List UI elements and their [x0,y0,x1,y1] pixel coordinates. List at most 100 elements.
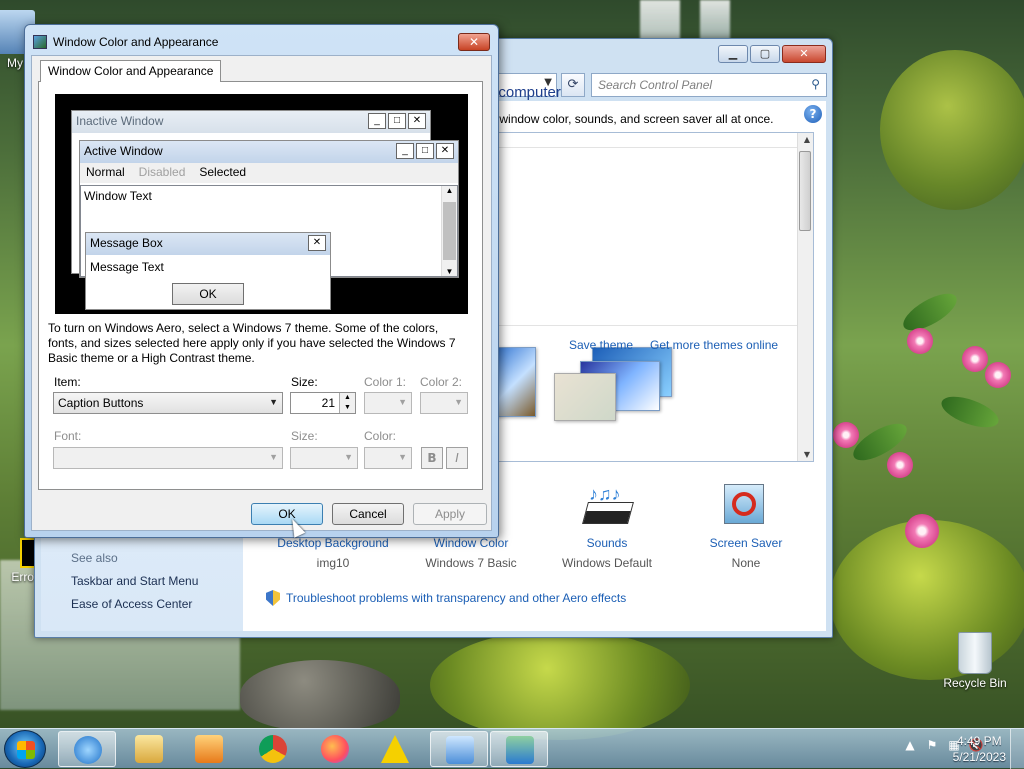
apply-button[interactable]: Apply [413,503,487,525]
theme-list[interactable]: ▲ ▼ [455,132,814,462]
start-button[interactable] [4,730,46,768]
msgbox-titlebar[interactable]: Message Box ✕ [86,233,330,255]
menu-normal[interactable]: Normal [86,165,125,181]
font-select[interactable]: ▼ [53,447,283,469]
taskbar-media-player[interactable] [180,731,238,767]
chevron-down-icon[interactable]: ▼ [398,452,407,462]
action-center-icon[interactable]: ⚑ [924,737,940,753]
maximize-icon[interactable]: □ [388,113,406,129]
close-button[interactable]: ✕ [458,33,490,51]
taskbar-display[interactable] [490,731,548,767]
menu-disabled[interactable]: Disabled [139,165,186,181]
appearance-preview[interactable]: Inactive Window _ □ ✕ Active Window _ □ ✕ No… [55,94,468,314]
clock[interactable]: 4:49 PM 5/21/2023 [953,733,1006,765]
scrollbar-thumb[interactable] [799,151,811,231]
chevron-down-icon[interactable]: ▼ [398,397,407,407]
font-color-select[interactable]: ▼ [364,447,412,469]
display-icon [506,736,534,764]
font-size-select[interactable]: ▼ [290,447,358,469]
close-button[interactable]: ✕ [782,45,826,63]
sounds-item[interactable]: ♪♫♪ Sounds Windows Default [537,482,677,570]
maximize-icon[interactable]: □ [416,143,434,159]
chevron-down-icon[interactable]: ▼ [344,452,353,462]
app-icon [33,35,47,49]
recycle-bin-icon [958,632,992,674]
size-value: 21 [321,396,335,410]
close-icon[interactable]: ✕ [308,235,326,251]
flower-shape [962,346,988,372]
scroll-up-icon[interactable]: ▲ [804,135,810,144]
taskbar-control-panel[interactable] [430,731,488,767]
color1-select[interactable]: ▼ [364,392,412,414]
ease-of-access-link[interactable]: Ease of Access Center [71,597,192,611]
scroll-down-icon[interactable]: ▼ [804,450,810,459]
taskbar-explorer[interactable] [120,731,178,767]
chevron-down-icon[interactable]: ▼ [340,403,355,413]
firefox-icon [321,735,349,763]
scrollbar[interactable]: ▲ ▼ [797,133,813,461]
search-icon[interactable]: ⚲ [811,77,820,91]
bold-button[interactable]: B [421,447,443,469]
save-theme-link[interactable]: Save theme [569,338,633,352]
close-icon[interactable]: ✕ [408,113,426,129]
color2-select[interactable]: ▼ [420,392,468,414]
troubleshoot-link[interactable]: Troubleshoot problems with transparency … [266,590,626,606]
desktop-icon-recycle-bin[interactable]: Recycle Bin [940,632,1010,690]
active-titlebar[interactable]: Active Window _ □ ✕ [80,141,458,163]
preview-message-box[interactable]: Message Box ✕ Message Text OK [85,232,331,310]
item-select[interactable]: Caption Buttons ▼ [53,392,283,414]
tab-window-color[interactable]: Window Color and Appearance [40,60,222,82]
refresh-icon[interactable]: ⟳ [561,73,585,97]
get-more-themes-link[interactable]: Get more themes online [650,338,778,352]
font-size-label: Size: [291,429,318,443]
moss-shape [430,630,690,740]
color1-label: Color 1: [364,375,407,389]
preview-ok-button[interactable]: OK [172,283,244,305]
preview-menu: Normal Disabled Selected [80,163,458,183]
inactive-title: Inactive Window [76,114,164,128]
show-hidden-icons-icon[interactable]: ▲ [902,737,918,753]
theme-thumbnail[interactable] [496,347,536,417]
taskbar-chrome[interactable] [244,731,302,767]
screen-saver-icon [676,482,816,536]
help-icon[interactable]: ? [804,105,822,123]
stepper-arrows[interactable]: ▲ ▼ [339,393,355,413]
item-value: Windows Default [561,556,653,570]
theme-thumbnail-selected[interactable] [554,373,616,421]
inactive-titlebar[interactable]: Inactive Window _ □ ✕ [72,111,430,133]
maximize-button[interactable]: ▢ [750,45,780,63]
item-label: Item: [54,375,81,389]
sounds-icon: ♪♫♪ [537,482,677,536]
cancel-button[interactable]: Cancel [332,503,404,525]
item-select-value: Caption Buttons [58,396,144,410]
minimize-button[interactable]: ▁ [718,45,748,63]
taskbar-ie[interactable] [58,731,116,767]
size-label: Size: [291,375,318,389]
minimize-icon[interactable]: _ [396,143,414,159]
chevron-down-icon[interactable]: ▼ [269,452,278,462]
taskbar-warning-app[interactable] [366,731,424,767]
screen-saver-item[interactable]: Screen Saver None [676,482,816,570]
search-input[interactable]: Search Control Panel ⚲ [591,73,827,97]
italic-button[interactable]: I [446,447,468,469]
flower-shape [887,452,913,478]
size-stepper[interactable]: 21 ▲ ▼ [290,392,356,414]
chevron-down-icon[interactable]: ▼ [269,397,278,407]
taskbar-start-menu-link[interactable]: Taskbar and Start Menu [71,574,198,588]
taskbar-firefox[interactable] [306,731,364,767]
flower-shape [985,362,1011,388]
theme-thumbnails[interactable] [496,347,736,423]
show-desktop-button[interactable] [1010,729,1024,769]
scroll-up-icon[interactable]: ▲ [442,186,457,195]
flower-shape [905,514,939,548]
chevron-down-icon[interactable]: ▼ [454,397,463,407]
chevron-up-icon[interactable]: ▲ [340,393,355,403]
minimize-icon[interactable]: _ [368,113,386,129]
close-icon[interactable]: ✕ [436,143,454,159]
scrollbar-thumb[interactable] [443,202,456,260]
item-title: Desktop Background [277,536,389,550]
menu-selected[interactable]: Selected [199,165,246,181]
scrollbar[interactable]: ▲ ▼ [441,186,457,276]
clock-time: 4:49 PM [956,734,1002,748]
scroll-down-icon[interactable]: ▼ [442,267,457,276]
